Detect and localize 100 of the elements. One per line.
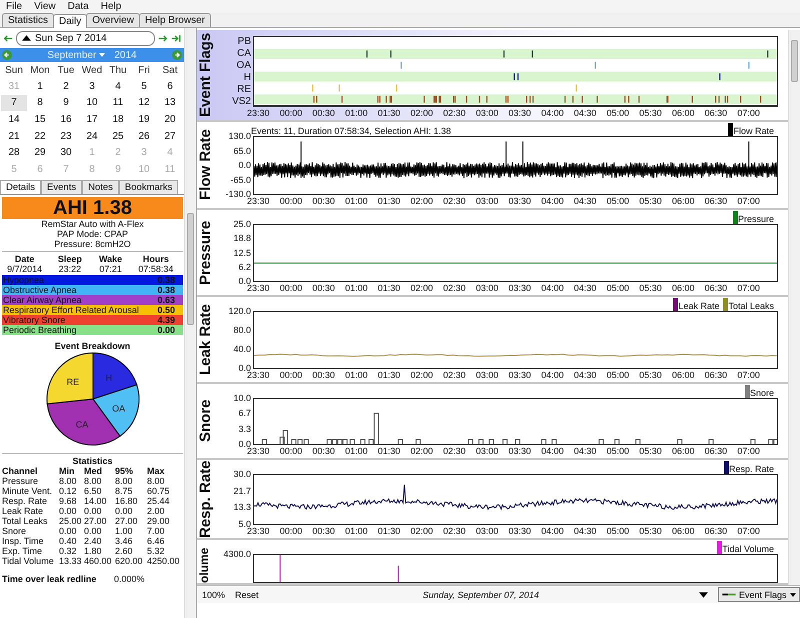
arrow-left-icon[interactable] bbox=[3, 34, 13, 42]
table-cell-text: 9/7/2014 bbox=[6, 264, 44, 274]
axis-tick-label: 02:00 bbox=[410, 370, 433, 382]
tab[interactable]: Help Browser bbox=[138, 13, 211, 27]
plot-area[interactable] bbox=[253, 224, 778, 282]
axis-tick-label: 06:30 bbox=[704, 446, 728, 458]
scrollbar[interactable] bbox=[184, 28, 196, 618]
menu-item[interactable]: View bbox=[28, 1, 62, 12]
calendar-day[interactable]: 20 bbox=[157, 112, 183, 128]
chart-title: Event Breakdown bbox=[54, 341, 132, 352]
event-value: 0.63 bbox=[157, 295, 175, 306]
plot-area[interactable] bbox=[253, 398, 778, 445]
triangle-up-icon[interactable] bbox=[22, 35, 31, 41]
weekday-label: Mon bbox=[29, 64, 51, 76]
axis-tick-label: 65.0 bbox=[233, 146, 251, 156]
reset-button[interactable]: Reset bbox=[231, 590, 263, 600]
caret-down-icon[interactable] bbox=[99, 53, 106, 57]
table-cell-text: Insp. Time bbox=[2, 536, 45, 546]
graph-title: Event Flags bbox=[197, 32, 215, 120]
calendar-day[interactable]: 22 bbox=[27, 128, 53, 145]
axis-tick-label: 06:30 bbox=[704, 196, 728, 208]
table-cell-text: Total Leaks bbox=[2, 516, 49, 526]
calendar-day[interactable]: 24 bbox=[79, 128, 105, 145]
calendar-day[interactable]: 11 bbox=[105, 95, 131, 112]
calendar-day[interactable]: 7 bbox=[1, 95, 27, 112]
calendar-day[interactable]: 1 bbox=[27, 78, 53, 95]
event-value: 0.38 bbox=[157, 285, 175, 296]
layout-dropdown[interactable]: Event Flags bbox=[718, 587, 800, 602]
calendar-day[interactable]: 28 bbox=[1, 145, 27, 162]
calendar-day[interactable]: 29 bbox=[27, 145, 53, 162]
menu-item[interactable]: File bbox=[0, 1, 28, 12]
axis-tick-label: 01:00 bbox=[345, 446, 368, 458]
plot-area[interactable] bbox=[253, 136, 778, 195]
column-header: Wake bbox=[98, 254, 124, 264]
plot-area[interactable] bbox=[253, 554, 778, 583]
calendar-day[interactable]: 6 bbox=[157, 78, 183, 95]
calendar-day[interactable]: 23 bbox=[53, 128, 79, 145]
calendar-day[interactable]: 19 bbox=[131, 112, 157, 128]
date-field[interactable]: Sun Sep 7 2014 bbox=[16, 30, 155, 46]
calendar-day[interactable]: 2 bbox=[53, 78, 79, 95]
axis-tick-label: 03:00 bbox=[476, 370, 498, 382]
calendar-day[interactable]: 12 bbox=[131, 95, 157, 112]
tab[interactable]: Events bbox=[41, 180, 82, 194]
arrow-right-icon[interactable] bbox=[158, 34, 168, 42]
machine-info: PAP Mode: CPAP bbox=[56, 229, 130, 240]
next-month-icon[interactable] bbox=[172, 50, 182, 60]
calendar-day[interactable]: 13 bbox=[157, 95, 183, 112]
axis-tick-label: 23:30 bbox=[247, 283, 270, 295]
calendar-day[interactable]: 10 bbox=[79, 95, 105, 112]
tab[interactable]: Daily bbox=[53, 14, 88, 28]
axis-tick-label: 0.0 bbox=[238, 277, 251, 286]
calendar-day[interactable]: 8 bbox=[27, 95, 53, 112]
calendar-day[interactable]: 26 bbox=[131, 128, 157, 145]
triangle-down-icon[interactable] bbox=[699, 592, 708, 598]
machine-info: Pressure: 8cmH2O bbox=[53, 239, 132, 250]
axis-tick-label: 01:30 bbox=[378, 526, 400, 538]
date-text: Sun Sep 7 2014 bbox=[35, 32, 107, 44]
calendar-day[interactable]: 18 bbox=[105, 112, 131, 128]
menu-item[interactable]: Data bbox=[62, 1, 95, 12]
menu-item[interactable]: Help bbox=[94, 1, 128, 12]
column-header: 95% bbox=[115, 466, 134, 476]
calendar-day[interactable]: 17 bbox=[79, 112, 105, 128]
calendar-day[interactable]: 4 bbox=[105, 78, 131, 95]
calendar-day[interactable]: 5 bbox=[131, 78, 157, 95]
plot-area[interactable] bbox=[253, 311, 778, 369]
calendar-day[interactable]: 9 bbox=[53, 95, 79, 112]
tab[interactable]: Overview bbox=[86, 13, 140, 27]
scrollbar[interactable] bbox=[788, 30, 800, 585]
calendar-day[interactable]: 30 bbox=[53, 145, 79, 162]
axis-tick-label: 6.2 bbox=[238, 262, 251, 272]
calendar-day[interactable]: 21 bbox=[1, 128, 27, 145]
axis-tick-label: 13.3 bbox=[233, 503, 251, 512]
arrow-to-end-icon[interactable] bbox=[171, 34, 181, 42]
flag-row-label: CA bbox=[237, 49, 251, 58]
table-cell-text: 2.60 bbox=[115, 546, 134, 556]
tab[interactable]: Details bbox=[0, 180, 42, 194]
axis-tick-label: 02:30 bbox=[443, 283, 466, 295]
table-cell-text: 620.00 bbox=[115, 556, 144, 566]
slice-label: CA bbox=[75, 420, 88, 430]
axis-tick-label: 00:00 bbox=[280, 196, 302, 208]
axis-tick-label: 06:30 bbox=[704, 526, 728, 538]
calendar-day[interactable]: 25 bbox=[105, 128, 131, 145]
axis-tick-label: 07:00 bbox=[737, 196, 760, 208]
calendar-day[interactable]: 16 bbox=[53, 112, 79, 128]
table-cell-text: Pressure bbox=[2, 476, 40, 486]
tab[interactable]: Bookmarks bbox=[118, 180, 178, 194]
axis-tick-label: 05:30 bbox=[639, 283, 662, 295]
plot-area[interactable] bbox=[253, 36, 778, 107]
calendar-day[interactable]: 3 bbox=[79, 78, 105, 95]
axis-tick-label: -65.0 bbox=[230, 176, 251, 184]
tab[interactable]: Statistics bbox=[2, 13, 54, 27]
calendar-day[interactable]: 15 bbox=[27, 112, 53, 128]
calendar-day[interactable]: 27 bbox=[157, 128, 183, 145]
tab[interactable]: Notes bbox=[82, 180, 119, 194]
plot-area[interactable] bbox=[253, 474, 778, 525]
previous-month-icon[interactable] bbox=[2, 50, 12, 60]
calendar-day[interactable]: 14 bbox=[1, 112, 27, 128]
axis-tick-label: 04:00 bbox=[541, 108, 564, 120]
axis-tick-label: 03:00 bbox=[476, 446, 498, 458]
table-cell-text: Exp. Time bbox=[2, 546, 44, 556]
